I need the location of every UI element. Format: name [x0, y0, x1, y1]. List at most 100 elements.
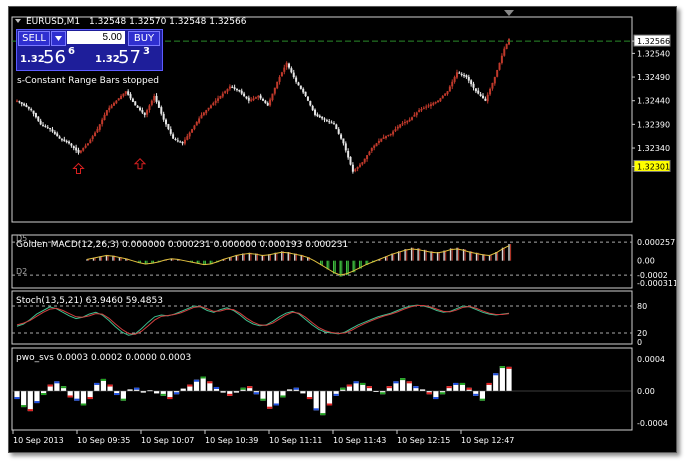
pwo-bar — [21, 391, 27, 408]
sell-button[interactable]: SELL — [18, 31, 50, 46]
candle-body — [141, 110, 144, 113]
candle-body — [188, 132, 191, 137]
candle-body — [219, 95, 222, 99]
candle-body — [458, 72, 461, 74]
candle-body — [481, 95, 484, 99]
lot-size-input[interactable] — [67, 31, 125, 44]
pwo-bar — [27, 391, 33, 412]
candle-body — [233, 87, 236, 89]
candle-body — [361, 162, 364, 165]
candle-body — [273, 87, 276, 94]
chart-svg[interactable]: 1.325661.325401.324901.324401.323901.323… — [9, 7, 676, 452]
pwo-bar-cap — [486, 382, 492, 385]
sell-price-sup: 6 — [68, 46, 75, 57]
sell-price-big: 56 — [43, 47, 66, 68]
candle-body — [288, 63, 291, 68]
pwo-bar-cap — [213, 386, 220, 389]
candle-body — [500, 55, 503, 63]
candle-body — [63, 139, 66, 141]
candle-body — [396, 126, 399, 129]
pwo-bar-cap — [446, 386, 452, 389]
price-current-label: 1.32566 — [637, 37, 670, 46]
stoch-axis-label: 0 — [637, 338, 642, 347]
pwo-bar-cap — [273, 403, 279, 406]
candle-body — [403, 122, 406, 123]
pwo-bar-cap — [160, 393, 166, 396]
pwo-bar-cap — [499, 366, 505, 369]
candle-body — [382, 137, 385, 139]
candle-body — [181, 141, 184, 144]
pwo-bar-cap — [453, 382, 459, 385]
pwo-axis-label: 0.0004 — [637, 355, 665, 364]
lot-dropdown-button[interactable] — [51, 31, 66, 46]
candle-body — [75, 147, 78, 151]
buy-arrow-icon — [72, 162, 85, 174]
candle-body — [262, 98, 264, 101]
candle-body — [198, 118, 201, 123]
pwo-bar-cap — [459, 382, 466, 385]
candle-body — [127, 91, 130, 95]
pwo-bar-cap — [193, 379, 200, 382]
pwo-bar-cap — [107, 384, 113, 387]
pwo-bar — [320, 391, 326, 416]
candle-body — [205, 110, 208, 114]
chart-area[interactable]: 1.32566 1.32540 1.32490 1.32440 1.32390 1.323… — [8, 6, 677, 453]
candle-body — [441, 95, 444, 99]
candle-body — [314, 109, 317, 115]
chevron-down-icon — [55, 36, 62, 41]
buy-price-sup: 3 — [143, 46, 150, 57]
candle-body — [70, 143, 73, 146]
candle-body — [247, 97, 250, 101]
pwo-bar-cap — [47, 384, 53, 387]
ohlc-text: 1.32548 1.32570 1.32548 1.32566 — [89, 17, 247, 27]
candle-body — [153, 95, 156, 101]
candle-body — [373, 145, 376, 148]
candle-body — [290, 68, 293, 73]
pwo-bar-cap — [280, 395, 286, 398]
candle-body — [139, 107, 141, 111]
candle-body — [448, 86, 451, 92]
window-menu-icon[interactable] — [15, 19, 21, 23]
candle-body — [342, 138, 345, 144]
candle-body — [444, 93, 447, 96]
candle-body — [42, 124, 45, 126]
pwo-bar — [313, 391, 319, 411]
candle-body — [212, 103, 215, 106]
sell-price[interactable]: 1.32 56 6 — [17, 46, 87, 69]
candle-body — [486, 94, 489, 102]
candle-body — [18, 101, 21, 103]
price-axis-label: 1.32390 — [637, 120, 670, 129]
candle-body — [195, 122, 198, 126]
candle-body — [344, 143, 347, 151]
pwo-bar — [200, 376, 206, 391]
candle-body — [16, 100, 18, 102]
candle-body — [254, 97, 257, 99]
x-axis-label: 10 Sep 10:07 — [141, 436, 194, 445]
pwo-bar-cap — [100, 378, 107, 381]
candle-body — [368, 151, 371, 155]
pwo-axis-label: 0.00 — [637, 387, 655, 396]
pwo-bar-cap — [353, 381, 359, 384]
candle-body — [155, 95, 158, 102]
pwo-bar-cap — [21, 405, 27, 408]
x-axis-label: 10 Sep 12:47 — [461, 436, 514, 445]
candle-body — [418, 110, 421, 112]
candle-body — [498, 62, 501, 70]
candle-body — [172, 134, 175, 139]
candle-body — [250, 99, 253, 101]
buy-button[interactable]: BUY — [128, 31, 160, 46]
candle-body — [465, 75, 468, 78]
pwo-bar-cap — [340, 387, 346, 390]
buy-price[interactable]: 1.32 57 3 — [92, 46, 162, 69]
buy-arrow-icon — [133, 158, 147, 170]
candle-body — [413, 114, 416, 117]
candle-body — [136, 105, 139, 108]
candle-body — [84, 145, 87, 148]
candle-body — [49, 128, 52, 130]
candle-body — [257, 95, 260, 98]
stoch-axis-label: 80 — [637, 302, 647, 311]
x-axis-label: 10 Sep 11:43 — [333, 436, 386, 445]
candle-body — [484, 98, 487, 101]
candle-body — [439, 98, 442, 102]
candle-body — [105, 110, 108, 116]
